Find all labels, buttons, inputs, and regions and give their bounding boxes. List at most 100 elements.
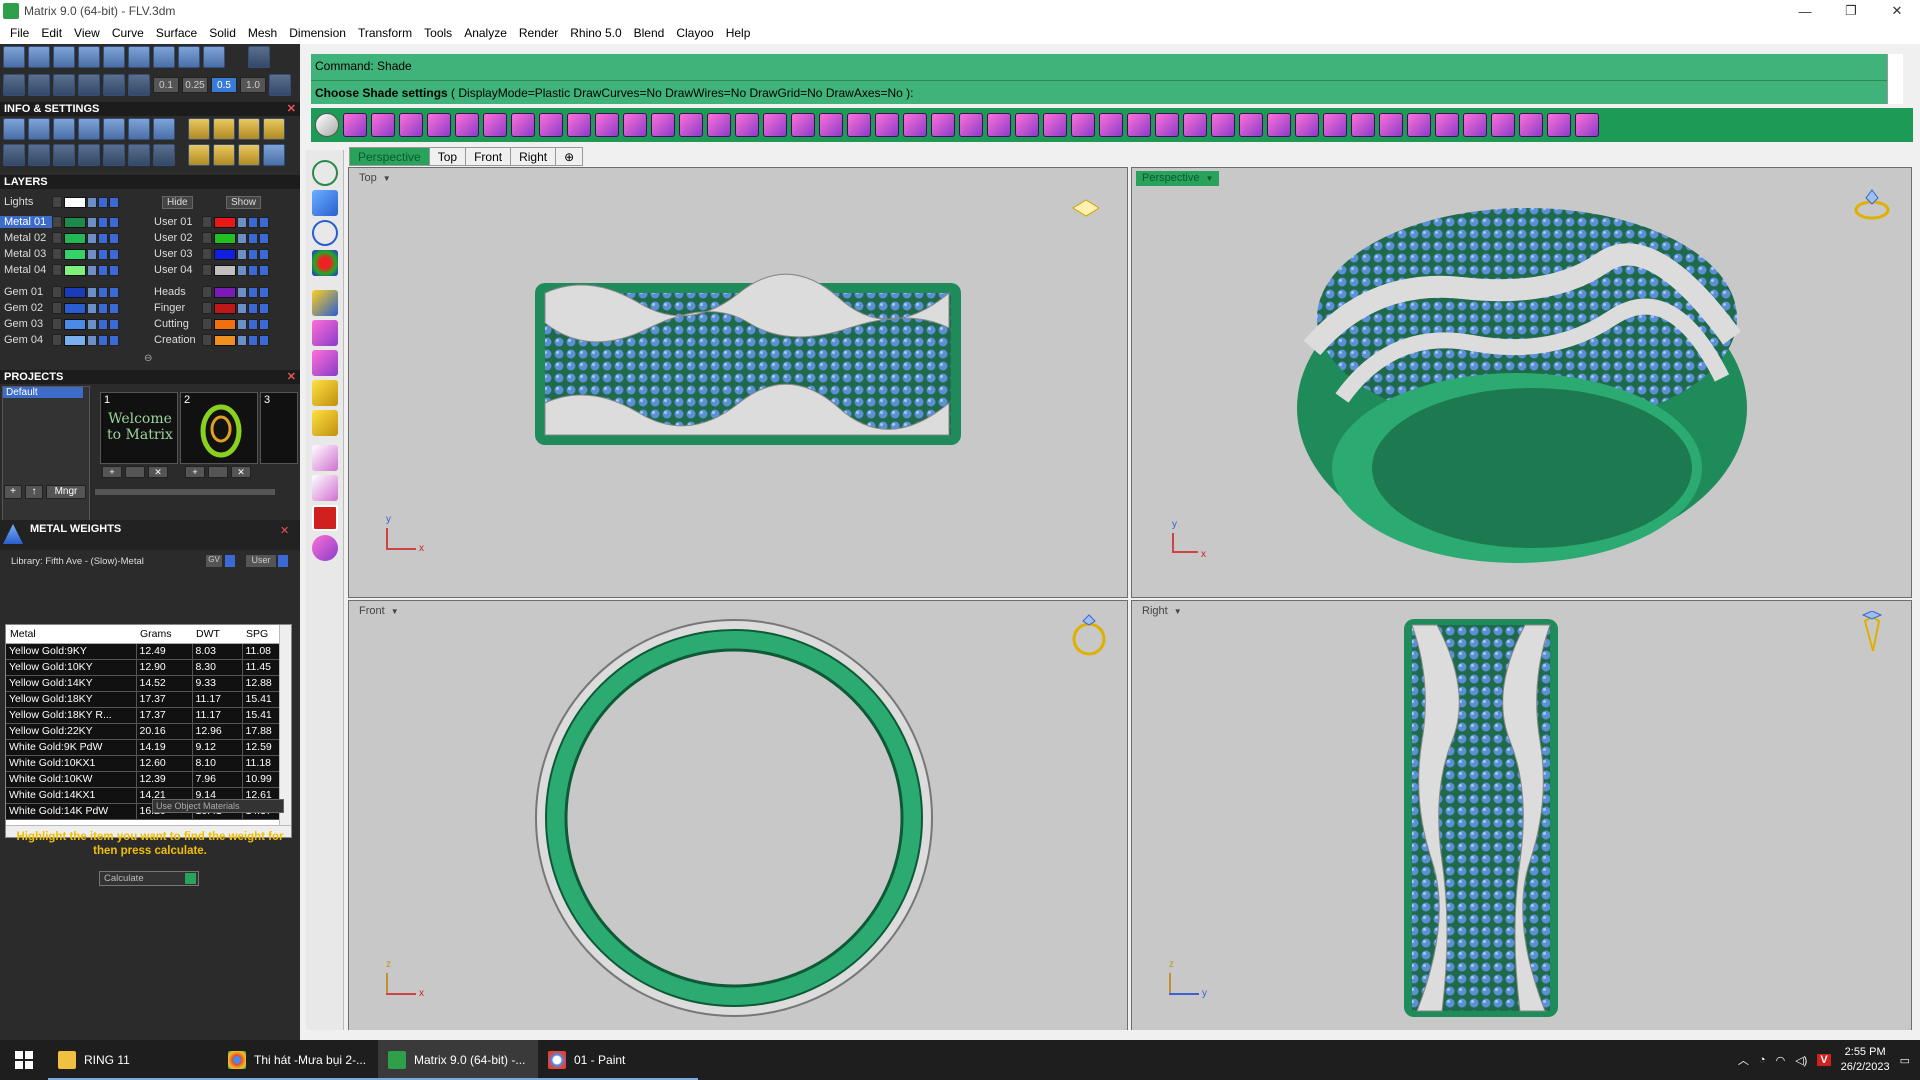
column-header-dwt[interactable]: DWT	[192, 625, 242, 644]
layer-row[interactable]: Gem 01	[0, 285, 119, 299]
layer-color-swatch[interactable]	[214, 232, 236, 244]
step-value-1[interactable]: 0.1	[153, 77, 179, 93]
layer-color-swatch[interactable]	[214, 216, 236, 228]
expand-arrow-icon[interactable]	[202, 248, 212, 260]
tool-icon[interactable]	[263, 118, 285, 140]
layer-name[interactable]: User 03	[150, 248, 202, 260]
grid-icon[interactable]	[3, 144, 25, 166]
snap-icon[interactable]	[53, 46, 75, 68]
command-tool-icon[interactable]	[1183, 113, 1207, 137]
snap-icon[interactable]	[203, 46, 225, 68]
command-tool-icon[interactable]	[539, 113, 563, 137]
command-tool-icon[interactable]	[1267, 113, 1291, 137]
tab-perspective[interactable]: Perspective	[349, 147, 430, 166]
layer-name[interactable]: Gem 04	[0, 334, 52, 346]
visibility-icon[interactable]	[98, 334, 108, 346]
menu-surface[interactable]: Surface	[150, 26, 203, 40]
save-project-icon[interactable]	[208, 466, 228, 478]
command-tool-icon[interactable]	[763, 113, 787, 137]
visibility-icon[interactable]	[248, 334, 258, 346]
layer-row[interactable]: User 03	[150, 247, 269, 261]
layer-color-swatch[interactable]	[214, 334, 236, 346]
layer-row[interactable]: User 04	[150, 263, 269, 277]
volume-icon[interactable]: ◁)	[1795, 1054, 1807, 1067]
visibility-icon[interactable]	[248, 302, 258, 314]
menu-analyze[interactable]: Analyze	[458, 26, 513, 40]
layer-color-swatch[interactable]	[64, 334, 86, 346]
lock-icon[interactable]	[87, 302, 97, 314]
layer-name[interactable]: User 04	[150, 264, 202, 276]
lock-icon[interactable]	[237, 264, 247, 276]
add-tab-button[interactable]: ⊕	[555, 147, 584, 166]
project-thumb-3[interactable]: 3	[260, 392, 298, 464]
show-button[interactable]: Show	[226, 196, 262, 209]
visibility-icon[interactable]	[109, 196, 119, 208]
layer-name[interactable]: Creation	[150, 334, 202, 346]
command-tool-icon[interactable]	[1435, 113, 1459, 137]
table-row[interactable]: Yellow Gold:9KY 12.49 8.03 11.08	[6, 643, 288, 660]
lock-icon[interactable]	[237, 248, 247, 260]
layer-name[interactable]: Finger	[150, 302, 202, 314]
layer-row[interactable]: User 02	[150, 231, 269, 245]
visibility-icon[interactable]	[98, 318, 108, 330]
layer-color-swatch[interactable]	[214, 286, 236, 298]
pointer-icon[interactable]	[128, 74, 150, 96]
layer-name[interactable]: Metal 04	[0, 264, 52, 276]
view-cube-icon[interactable]	[1071, 198, 1101, 218]
lock-icon[interactable]	[87, 264, 97, 276]
project-scrollbar[interactable]	[95, 489, 275, 495]
close-red-icon[interactable]	[312, 505, 338, 531]
command-tool-icon[interactable]	[1127, 113, 1151, 137]
layers-icon[interactable]	[28, 74, 50, 96]
add-project-icon[interactable]: +	[102, 466, 122, 478]
select-icon[interactable]	[259, 216, 269, 228]
select-icon[interactable]	[109, 302, 119, 314]
select-icon[interactable]	[259, 232, 269, 244]
expand-arrow-icon[interactable]	[202, 302, 212, 314]
globe-icon[interactable]	[312, 220, 338, 246]
gear-pink-icon[interactable]	[312, 535, 338, 561]
view-cube-icon[interactable]	[1069, 613, 1109, 657]
command-tool-icon[interactable]	[931, 113, 955, 137]
expand-arrow-icon[interactable]	[202, 216, 212, 228]
user-toggle[interactable]: User	[246, 555, 276, 567]
layer-row[interactable]: Heads	[150, 285, 269, 299]
visibility-icon[interactable]	[248, 318, 258, 330]
layer-row[interactable]: Gem 02	[0, 301, 119, 315]
select-icon[interactable]	[259, 318, 269, 330]
user-checkbox[interactable]	[278, 555, 288, 567]
layer-color-swatch[interactable]	[64, 286, 86, 298]
layer-row[interactable]: Metal 01	[0, 215, 119, 229]
taskbar-item-paint[interactable]: 01 - Paint	[538, 1040, 698, 1080]
save-project-icon[interactable]	[125, 466, 145, 478]
command-tool-icon[interactable]	[455, 113, 479, 137]
command-tool-icon[interactable]	[1407, 113, 1431, 137]
tree-icon[interactable]	[128, 144, 150, 166]
table-row[interactable]: Yellow Gold:18KY R... 17.37 11.17 15.41	[6, 707, 288, 724]
command-tool-icon[interactable]	[399, 113, 423, 137]
chevron-up-icon[interactable]: ︿	[1738, 1052, 1749, 1068]
expand-arrow-icon[interactable]	[52, 264, 62, 276]
layer-row[interactable]: Gem 04	[0, 333, 119, 347]
table-scrollbar-vertical[interactable]	[279, 625, 291, 825]
command-tool-icon[interactable]	[651, 113, 675, 137]
lock-icon[interactable]	[87, 196, 97, 208]
command-tool-icon[interactable]	[1043, 113, 1067, 137]
use-object-materials-checkbox[interactable]: Use Object Materials	[152, 799, 284, 813]
calculate-button[interactable]: Calculate	[99, 871, 199, 886]
manager-button[interactable]: Mngr	[46, 485, 86, 499]
document-icon[interactable]	[103, 118, 125, 140]
visibility-icon[interactable]	[98, 216, 108, 228]
snap-icon[interactable]	[178, 46, 200, 68]
command-tool-icon[interactable]	[371, 113, 395, 137]
layer-name[interactable]: Metal 02	[0, 232, 52, 244]
command-tool-icon[interactable]	[1519, 113, 1543, 137]
layer-name[interactable]: Gem 03	[0, 318, 52, 330]
layer-name[interactable]: Heads	[150, 286, 202, 298]
column-header-grams[interactable]: Grams	[136, 625, 192, 644]
menu-transform[interactable]: Transform	[352, 26, 418, 40]
menu-edit[interactable]: Edit	[35, 26, 68, 40]
maximize-button[interactable]: ❐	[1828, 0, 1874, 22]
viewport-right[interactable]: Right ▼ z y	[1131, 600, 1912, 1031]
layer-name[interactable]: Metal 01	[0, 216, 52, 228]
